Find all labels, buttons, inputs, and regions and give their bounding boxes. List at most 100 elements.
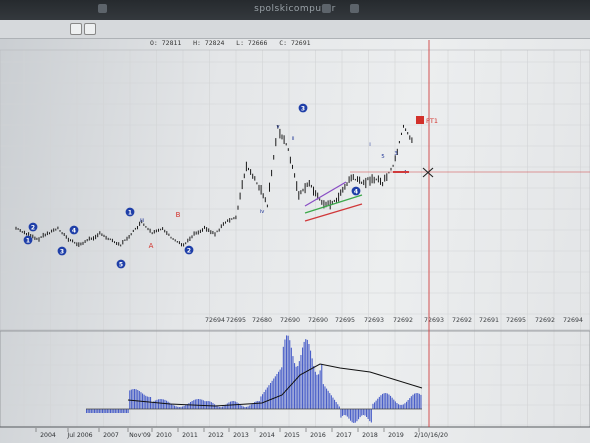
histogram-bar bbox=[146, 396, 148, 409]
histogram-bar bbox=[374, 402, 376, 409]
histogram-bar bbox=[369, 409, 371, 422]
indicator-panel bbox=[86, 335, 423, 423]
histogram-bar bbox=[318, 374, 320, 409]
histogram-bar bbox=[412, 394, 414, 409]
chart-canvas[interactable]: 72694 72695 72680 72690 72690 72695 72693 72692… bbox=[0, 0, 590, 443]
histogram-bar bbox=[409, 398, 411, 409]
histogram-bar bbox=[362, 409, 364, 415]
wave-circle-label: 3 bbox=[301, 105, 305, 112]
histogram-bar bbox=[127, 409, 129, 413]
histogram-bar bbox=[370, 409, 372, 423]
histogram-bar bbox=[167, 401, 169, 409]
histogram-bar bbox=[126, 409, 128, 413]
wave-letter: B bbox=[176, 211, 181, 219]
histogram-bar bbox=[398, 404, 400, 409]
year-label: 2004 bbox=[40, 432, 56, 439]
histogram-bar bbox=[268, 385, 270, 409]
trend-line-red bbox=[304, 203, 363, 222]
histogram-bar bbox=[410, 396, 412, 409]
histogram-bar bbox=[375, 400, 377, 409]
wave-small-label: iii bbox=[140, 218, 145, 224]
histogram-bar bbox=[337, 404, 339, 409]
histogram-bar bbox=[183, 405, 185, 409]
price-label: 72692 bbox=[452, 317, 472, 324]
histogram-bar bbox=[322, 384, 324, 409]
histogram-bar bbox=[274, 376, 276, 409]
histogram-bar bbox=[289, 340, 291, 409]
histogram-bar bbox=[297, 366, 299, 409]
histogram-bar bbox=[361, 409, 363, 416]
histogram-bar bbox=[223, 405, 225, 409]
histogram-bar bbox=[102, 409, 104, 413]
histogram-bar bbox=[188, 403, 190, 409]
histogram-bar bbox=[306, 339, 308, 409]
histogram-bar bbox=[310, 350, 312, 409]
histogram-bar bbox=[114, 409, 116, 413]
histogram-bar bbox=[359, 409, 361, 418]
histogram-bar bbox=[396, 403, 398, 409]
histogram-bar bbox=[364, 409, 366, 416]
histogram-bar bbox=[132, 389, 134, 409]
histogram-bar bbox=[420, 394, 422, 409]
year-label: 2/10/16/20 bbox=[414, 432, 448, 439]
histogram-bar bbox=[393, 399, 395, 409]
histogram-bar bbox=[390, 395, 392, 409]
histogram-bar bbox=[367, 409, 369, 419]
histogram-bar bbox=[386, 393, 388, 409]
year-label: Nov'09 bbox=[129, 432, 151, 439]
histogram-bar bbox=[175, 406, 177, 409]
histogram-bar bbox=[279, 369, 281, 409]
histogram-bar bbox=[106, 409, 108, 413]
histogram-bar bbox=[311, 358, 313, 409]
wave-small-label: 5 bbox=[381, 154, 385, 160]
histogram-bar bbox=[338, 406, 340, 409]
histogram-bar bbox=[222, 406, 224, 409]
histogram-bar bbox=[236, 402, 238, 409]
wave-circle-label: 3 bbox=[60, 248, 64, 255]
histogram-bar bbox=[324, 386, 326, 409]
histogram-bar bbox=[314, 371, 316, 409]
histogram-bar bbox=[199, 399, 201, 409]
wave-letter: A bbox=[149, 242, 154, 250]
histogram-bar bbox=[358, 409, 360, 420]
histogram-bar bbox=[89, 409, 91, 413]
histogram-bar bbox=[327, 390, 329, 409]
histogram-bar bbox=[150, 397, 152, 409]
histogram-bar bbox=[343, 409, 345, 415]
wave-circle-label: 4 bbox=[72, 227, 76, 234]
histogram-bar bbox=[116, 409, 118, 413]
histogram-bar bbox=[202, 400, 204, 409]
histogram-bar bbox=[154, 400, 156, 409]
year-label: 2019 bbox=[388, 432, 404, 439]
wave-circle-label: 1 bbox=[128, 209, 132, 216]
trend-line-green bbox=[304, 194, 363, 214]
histogram-bar bbox=[402, 404, 404, 409]
wave-small-label: i bbox=[369, 142, 371, 148]
histogram-bar bbox=[287, 335, 289, 409]
histogram-bar bbox=[130, 389, 132, 409]
histogram-bar bbox=[329, 393, 331, 409]
histogram-bar bbox=[266, 387, 268, 409]
histogram-bar bbox=[356, 409, 358, 422]
histogram-bar bbox=[98, 409, 100, 413]
year-label: 2012 bbox=[208, 432, 224, 439]
year-label: Jul 2006 bbox=[66, 432, 92, 439]
histogram-bar bbox=[138, 391, 140, 409]
time-axis: 2004 Jul 2006 2007 Nov'09 2010 2011 2012 2013 20… bbox=[35, 428, 448, 439]
wave-circle-label: 5 bbox=[119, 261, 123, 268]
histogram-bar bbox=[366, 409, 368, 417]
histogram-bar bbox=[258, 401, 260, 409]
price-label: 72691 bbox=[479, 317, 499, 324]
histogram-bar bbox=[302, 347, 304, 409]
histogram-bar bbox=[228, 402, 230, 409]
year-label: 2018 bbox=[362, 432, 378, 439]
histogram-bar bbox=[308, 344, 310, 409]
histogram-bar bbox=[263, 392, 265, 409]
histogram-bar bbox=[372, 403, 374, 409]
histogram-bar bbox=[257, 401, 259, 409]
histogram-bar bbox=[418, 393, 420, 409]
histogram-bar bbox=[206, 401, 208, 409]
histogram-bar bbox=[407, 400, 409, 409]
histogram-bar bbox=[140, 392, 142, 409]
histogram-bar bbox=[239, 404, 241, 409]
